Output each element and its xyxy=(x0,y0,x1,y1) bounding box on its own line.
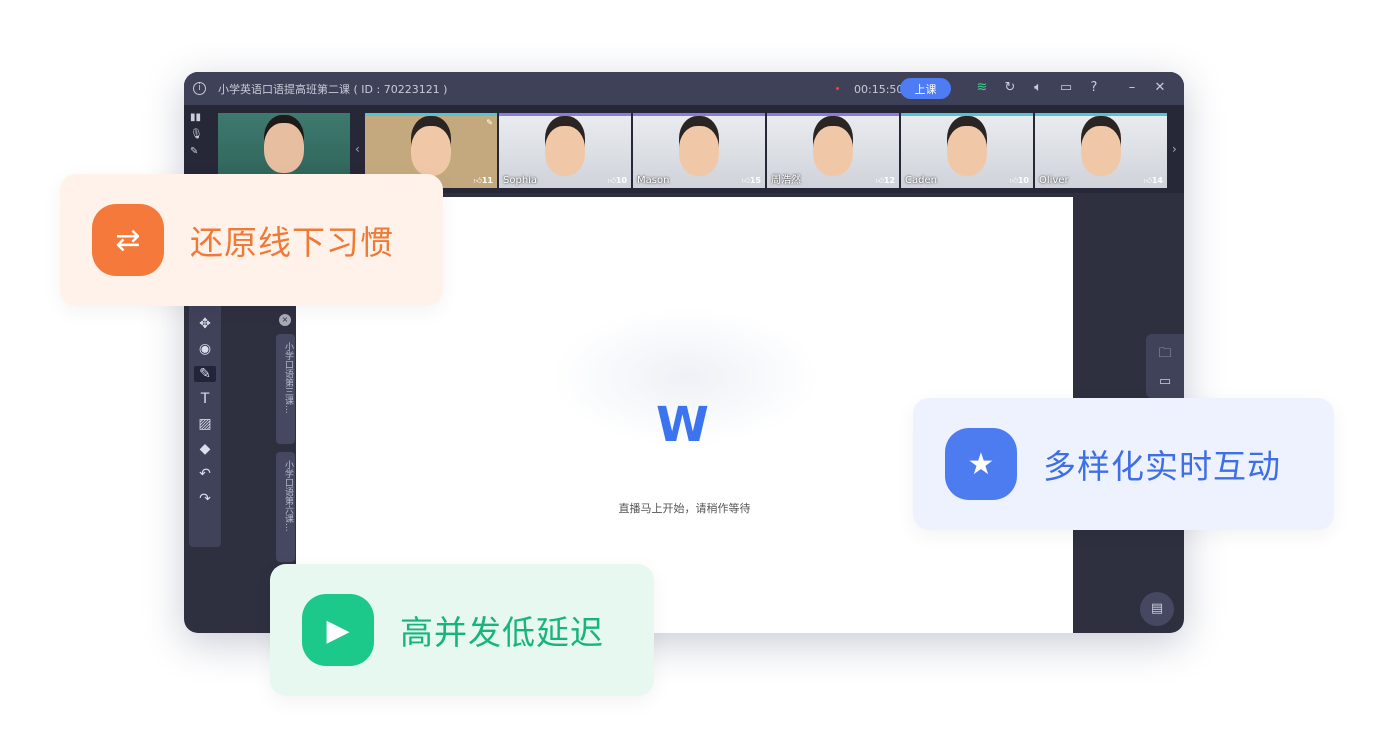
scroll-right-arrow[interactable]: › xyxy=(1172,142,1177,156)
likes-count: 👍︎15 xyxy=(741,176,761,185)
swap-icon: ⇄ xyxy=(92,204,164,276)
start-class-button[interactable]: 上课 xyxy=(900,78,951,99)
grid-icon[interactable]: ▮▮ xyxy=(190,112,203,123)
info-icon[interactable]: i xyxy=(193,82,206,95)
eraser-icon[interactable]: ◆ xyxy=(200,441,211,457)
student-name: Sophia xyxy=(503,175,538,186)
window-title: 小学英语口语提高班第二课 ( ID : 70223121 ) xyxy=(218,82,448,96)
student-video[interactable]: Sophia 👍︎10 xyxy=(499,113,631,188)
student-video[interactable]: Mason 👍︎15 xyxy=(633,113,765,188)
bookmark-star-icon: ★ xyxy=(945,428,1017,500)
feature-card-low-latency: ▶ 高并发低延迟 xyxy=(270,564,654,696)
close-tabs-icon[interactable]: × xyxy=(279,314,291,326)
play-screen-icon: ▶ xyxy=(302,594,374,666)
feature-card-interaction: ★ 多样化实时互动 xyxy=(913,398,1334,530)
student-name: Caden xyxy=(905,175,937,186)
help-icon[interactable]: ? xyxy=(1086,80,1102,95)
feature-label: 高并发低延迟 xyxy=(400,613,604,652)
student-name: Mason xyxy=(637,175,670,186)
close-icon[interactable]: ✕ xyxy=(1152,80,1168,95)
undo-icon[interactable]: ↶ xyxy=(199,466,211,482)
student-video[interactable]: Caden 👍︎10 xyxy=(901,113,1033,188)
minimize-icon[interactable]: – xyxy=(1124,80,1140,95)
pencil-icon[interactable]: ✎ xyxy=(194,366,216,382)
drawing-toolbar: ✥ ◉ ✎ T ▨ ◆ ↶ ↷ xyxy=(189,302,221,547)
feature-card-offline-habits: ⇄ 还原线下习惯 xyxy=(60,174,443,306)
screen-icon[interactable]: ▭ xyxy=(1159,374,1171,389)
likes-count: 👍︎10 xyxy=(1009,176,1029,185)
courseware-tab[interactable]: 小学口语第六课... xyxy=(276,452,295,562)
mic-icon: ✎ xyxy=(486,118,493,127)
class-timer: 00:15:50 xyxy=(854,83,904,96)
feature-label: 还原线下习惯 xyxy=(190,223,394,262)
student-video[interactable]: Oliver 👍︎14 xyxy=(1035,113,1167,188)
volume-icon[interactable]: 🔈︎ xyxy=(1030,80,1046,95)
folder-icon[interactable]: 🗀 xyxy=(1158,344,1171,366)
text-icon[interactable]: T xyxy=(201,391,210,407)
likes-count: 👍︎12 xyxy=(875,176,895,185)
wifi-icon: ≋ xyxy=(976,80,988,95)
classroom-window: i 小学英语口语提高班第二课 ( ID : 70223121 ) 00:15:5… xyxy=(184,72,1184,633)
chat-icon[interactable]: ▤ xyxy=(1140,592,1174,626)
courseware-tab[interactable]: 小学口语第三课... xyxy=(276,334,295,444)
student-name: Oliver xyxy=(1039,175,1069,186)
pen-icon[interactable]: ✎ xyxy=(190,146,203,157)
move-icon[interactable]: ✥ xyxy=(199,316,211,332)
likes-count: 👍︎14 xyxy=(1143,176,1163,185)
mic-icon[interactable]: 🎙︎ xyxy=(190,129,203,140)
image-icon[interactable]: ▨ xyxy=(198,416,211,432)
scroll-left-arrow[interactable]: ‹ xyxy=(355,142,360,156)
feature-label: 多样化实时互动 xyxy=(1043,447,1281,486)
likes-count: 👍︎10 xyxy=(607,176,627,185)
screen-share-icon[interactable]: ▭ xyxy=(1058,80,1074,95)
student-name: 周浩然 xyxy=(771,175,801,186)
likes-count: 👍︎11 xyxy=(473,176,493,185)
refresh-icon[interactable]: ↻ xyxy=(1002,80,1018,95)
recording-dot xyxy=(836,87,839,90)
app-logo: W xyxy=(656,397,709,453)
laser-pointer-icon[interactable]: ◉ xyxy=(199,341,211,357)
student-video[interactable]: 周浩然 👍︎12 xyxy=(767,113,899,188)
redo-icon[interactable]: ↷ xyxy=(199,491,211,507)
